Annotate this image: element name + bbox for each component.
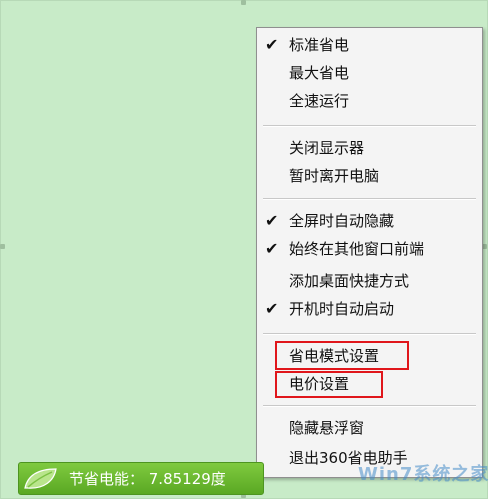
menu-separator — [263, 405, 476, 407]
menu-item-label: 开机时自动启动 — [289, 300, 395, 318]
menu-item-always-on-top[interactable]: ✔ 始终在其他窗口前端 — [257, 235, 482, 263]
menu-item-label: 关闭显示器 — [289, 139, 365, 157]
leaf-icon — [24, 468, 57, 489]
floating-power-widget[interactable]: 节省电能： 7.85129度 — [18, 462, 264, 495]
highlight-box-power-mode — [275, 341, 409, 370]
energy-saved-label: 节省电能： 7.85129度 — [69, 470, 226, 488]
menu-item-standard-power-save[interactable]: ✔ 标准省电 — [257, 31, 482, 59]
menu-item-add-desktop-shortcut[interactable]: 添加桌面快捷方式 — [257, 267, 482, 295]
check-icon: ✔ — [265, 299, 279, 318]
menu-item-label: 隐藏悬浮窗 — [289, 419, 365, 437]
watermark-logo: Win7系统之家 — [358, 460, 488, 496]
resize-handle-top[interactable] — [241, 0, 246, 5]
watermark-text: Win7系统之家 — [358, 464, 488, 485]
menu-item-label: 始终在其他窗口前端 — [289, 240, 425, 258]
menu-item-turn-off-display[interactable]: 关闭显示器 — [257, 134, 482, 162]
menu-separator — [263, 333, 476, 335]
check-icon: ✔ — [265, 239, 279, 258]
menu-item-hide-floating-window[interactable]: 隐藏悬浮窗 — [257, 414, 482, 442]
menu-item-auto-start[interactable]: ✔ 开机时自动启动 — [257, 295, 482, 323]
menu-separator — [263, 125, 476, 127]
resize-handle-left[interactable] — [0, 244, 5, 249]
check-icon: ✔ — [265, 35, 279, 54]
highlight-box-electricity-price — [275, 371, 383, 398]
menu-item-label: 标准省电 — [289, 36, 350, 54]
menu-item-label: 全速运行 — [289, 92, 350, 110]
menu-item-label: 全屏时自动隐藏 — [289, 212, 395, 230]
menu-item-fullscreen-auto-hide[interactable]: ✔ 全屏时自动隐藏 — [257, 207, 482, 235]
menu-item-label: 最大省电 — [289, 64, 350, 82]
menu-item-full-speed[interactable]: 全速运行 — [257, 87, 482, 115]
check-icon: ✔ — [265, 211, 279, 230]
menu-item-label: 添加桌面快捷方式 — [289, 272, 410, 290]
menu-item-max-power-save[interactable]: 最大省电 — [257, 59, 482, 87]
menu-item-label: 暂时离开电脑 — [289, 167, 380, 185]
menu-item-away-from-pc[interactable]: 暂时离开电脑 — [257, 162, 482, 190]
menu-separator — [263, 198, 476, 200]
context-menu: ✔ 标准省电 最大省电 全速运行 关闭显示器 暂时离开电脑 ✔ 全屏时自动隐藏 … — [256, 27, 483, 478]
